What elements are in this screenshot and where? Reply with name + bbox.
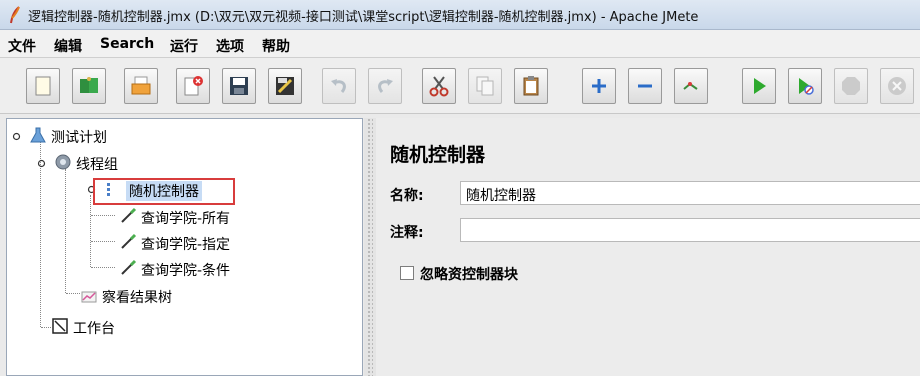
play-icon [754, 78, 766, 94]
save-as-icon [276, 77, 294, 95]
templates-button[interactable] [72, 68, 106, 104]
tree-connector [41, 327, 51, 328]
close-button[interactable] [176, 68, 210, 104]
sampler-icon [121, 207, 137, 223]
tree-connector [91, 215, 115, 216]
collapse-button[interactable] [628, 68, 662, 104]
sampler-icon [121, 259, 137, 275]
save-as-button[interactable] [268, 68, 302, 104]
copy-button[interactable] [468, 68, 502, 104]
cut-button[interactable] [422, 68, 456, 104]
tree-connector [91, 267, 115, 268]
name-label: 名称: [390, 188, 424, 204]
minus-icon [638, 84, 652, 88]
checkbox-label: 忽略资控制器块 [420, 267, 518, 283]
panel-title: 随机控制器 [390, 144, 486, 166]
templates-icon [80, 77, 98, 93]
new-file-icon [35, 76, 51, 96]
test-plan-icon [30, 127, 46, 143]
open-button[interactable] [124, 68, 158, 104]
results-tree-icon [81, 291, 97, 303]
menu-file[interactable]: 文件 [8, 36, 36, 56]
play-no-pause-icon [799, 78, 814, 95]
window-titlebar: 逻辑控制器-随机控制器.jmx (D:\双元\双元视频-接口测试\课堂scrip… [0, 0, 920, 30]
splitter-grip [367, 118, 373, 376]
panel-splitter[interactable] [364, 118, 376, 376]
toolbar [0, 58, 920, 114]
save-button[interactable] [222, 68, 256, 104]
tree-node-label: 线程组 [76, 157, 118, 173]
checkbox-box[interactable] [400, 266, 414, 280]
shutdown-button[interactable] [880, 68, 914, 104]
tree-connector [66, 293, 80, 294]
menu-options[interactable]: 选项 [216, 36, 244, 56]
name-field[interactable]: 随机控制器 [460, 181, 920, 205]
toggle-icon [683, 82, 698, 90]
jmeter-feather-icon [10, 6, 20, 24]
copy-icon [476, 76, 494, 96]
plus-icon [592, 79, 606, 93]
stop-icon [842, 77, 860, 95]
close-file-icon [184, 76, 203, 96]
tree-node-label: 察看结果树 [102, 290, 172, 306]
open-folder-icon [131, 76, 151, 95]
paste-button[interactable] [514, 68, 548, 104]
name-row: 名称: 随机控制器 [386, 180, 920, 206]
new-button[interactable] [26, 68, 60, 104]
undo-button[interactable] [322, 68, 356, 104]
comment-row: 注释: [386, 217, 920, 243]
sampler-icon [121, 233, 137, 249]
stop-button[interactable] [834, 68, 868, 104]
menu-help[interactable]: 帮助 [262, 36, 290, 56]
save-icon [230, 77, 248, 95]
tree-node-label: 工作台 [73, 321, 115, 337]
tree-connector [90, 195, 91, 267]
paste-icon [523, 76, 539, 96]
menu-run[interactable]: 运行 [170, 36, 198, 56]
selection-highlight [93, 178, 235, 205]
controller-settings-panel: 随机控制器 名称: 随机控制器 注释: 忽略资控制器块 [376, 118, 920, 376]
window-title: 逻辑控制器-随机控制器.jmx (D:\双元\双元视频-接口测试\课堂scrip… [28, 10, 699, 25]
start-button[interactable] [742, 68, 776, 104]
tree-node-label: 查询学院-所有 [141, 211, 231, 227]
tree-expand-handle-icon[interactable] [12, 132, 21, 141]
start-no-pause-button[interactable] [788, 68, 822, 104]
tree-expand-handle-icon[interactable] [37, 159, 46, 168]
tree-connector [65, 169, 66, 293]
comment-label: 注释: [390, 225, 424, 241]
menu-bar: 文件 编辑 Search 运行 选项 帮助 [0, 30, 920, 58]
test-plan-tree: 测试计划 线程组 随机控制器 查询学院-所有 查询学院-指定 查询学院-条件 察… [6, 118, 363, 376]
shutdown-icon [888, 77, 906, 95]
tree-connector [40, 141, 41, 327]
menu-edit[interactable]: 编辑 [54, 36, 82, 56]
toggle-button[interactable] [674, 68, 708, 104]
expand-button[interactable] [582, 68, 616, 104]
comment-field[interactable] [460, 218, 920, 242]
tree-node-label: 查询学院-条件 [141, 263, 231, 279]
thread-group-icon [55, 154, 71, 170]
tree-connector [91, 241, 115, 242]
tree-node-label: 查询学院-指定 [141, 237, 231, 253]
menu-search[interactable]: Search [100, 36, 154, 52]
workbench-icon [52, 318, 68, 334]
tree-node-label: 测试计划 [51, 130, 107, 146]
redo-icon [378, 79, 393, 93]
redo-button[interactable] [368, 68, 402, 104]
undo-icon [331, 79, 346, 93]
cut-icon [429, 76, 449, 97]
